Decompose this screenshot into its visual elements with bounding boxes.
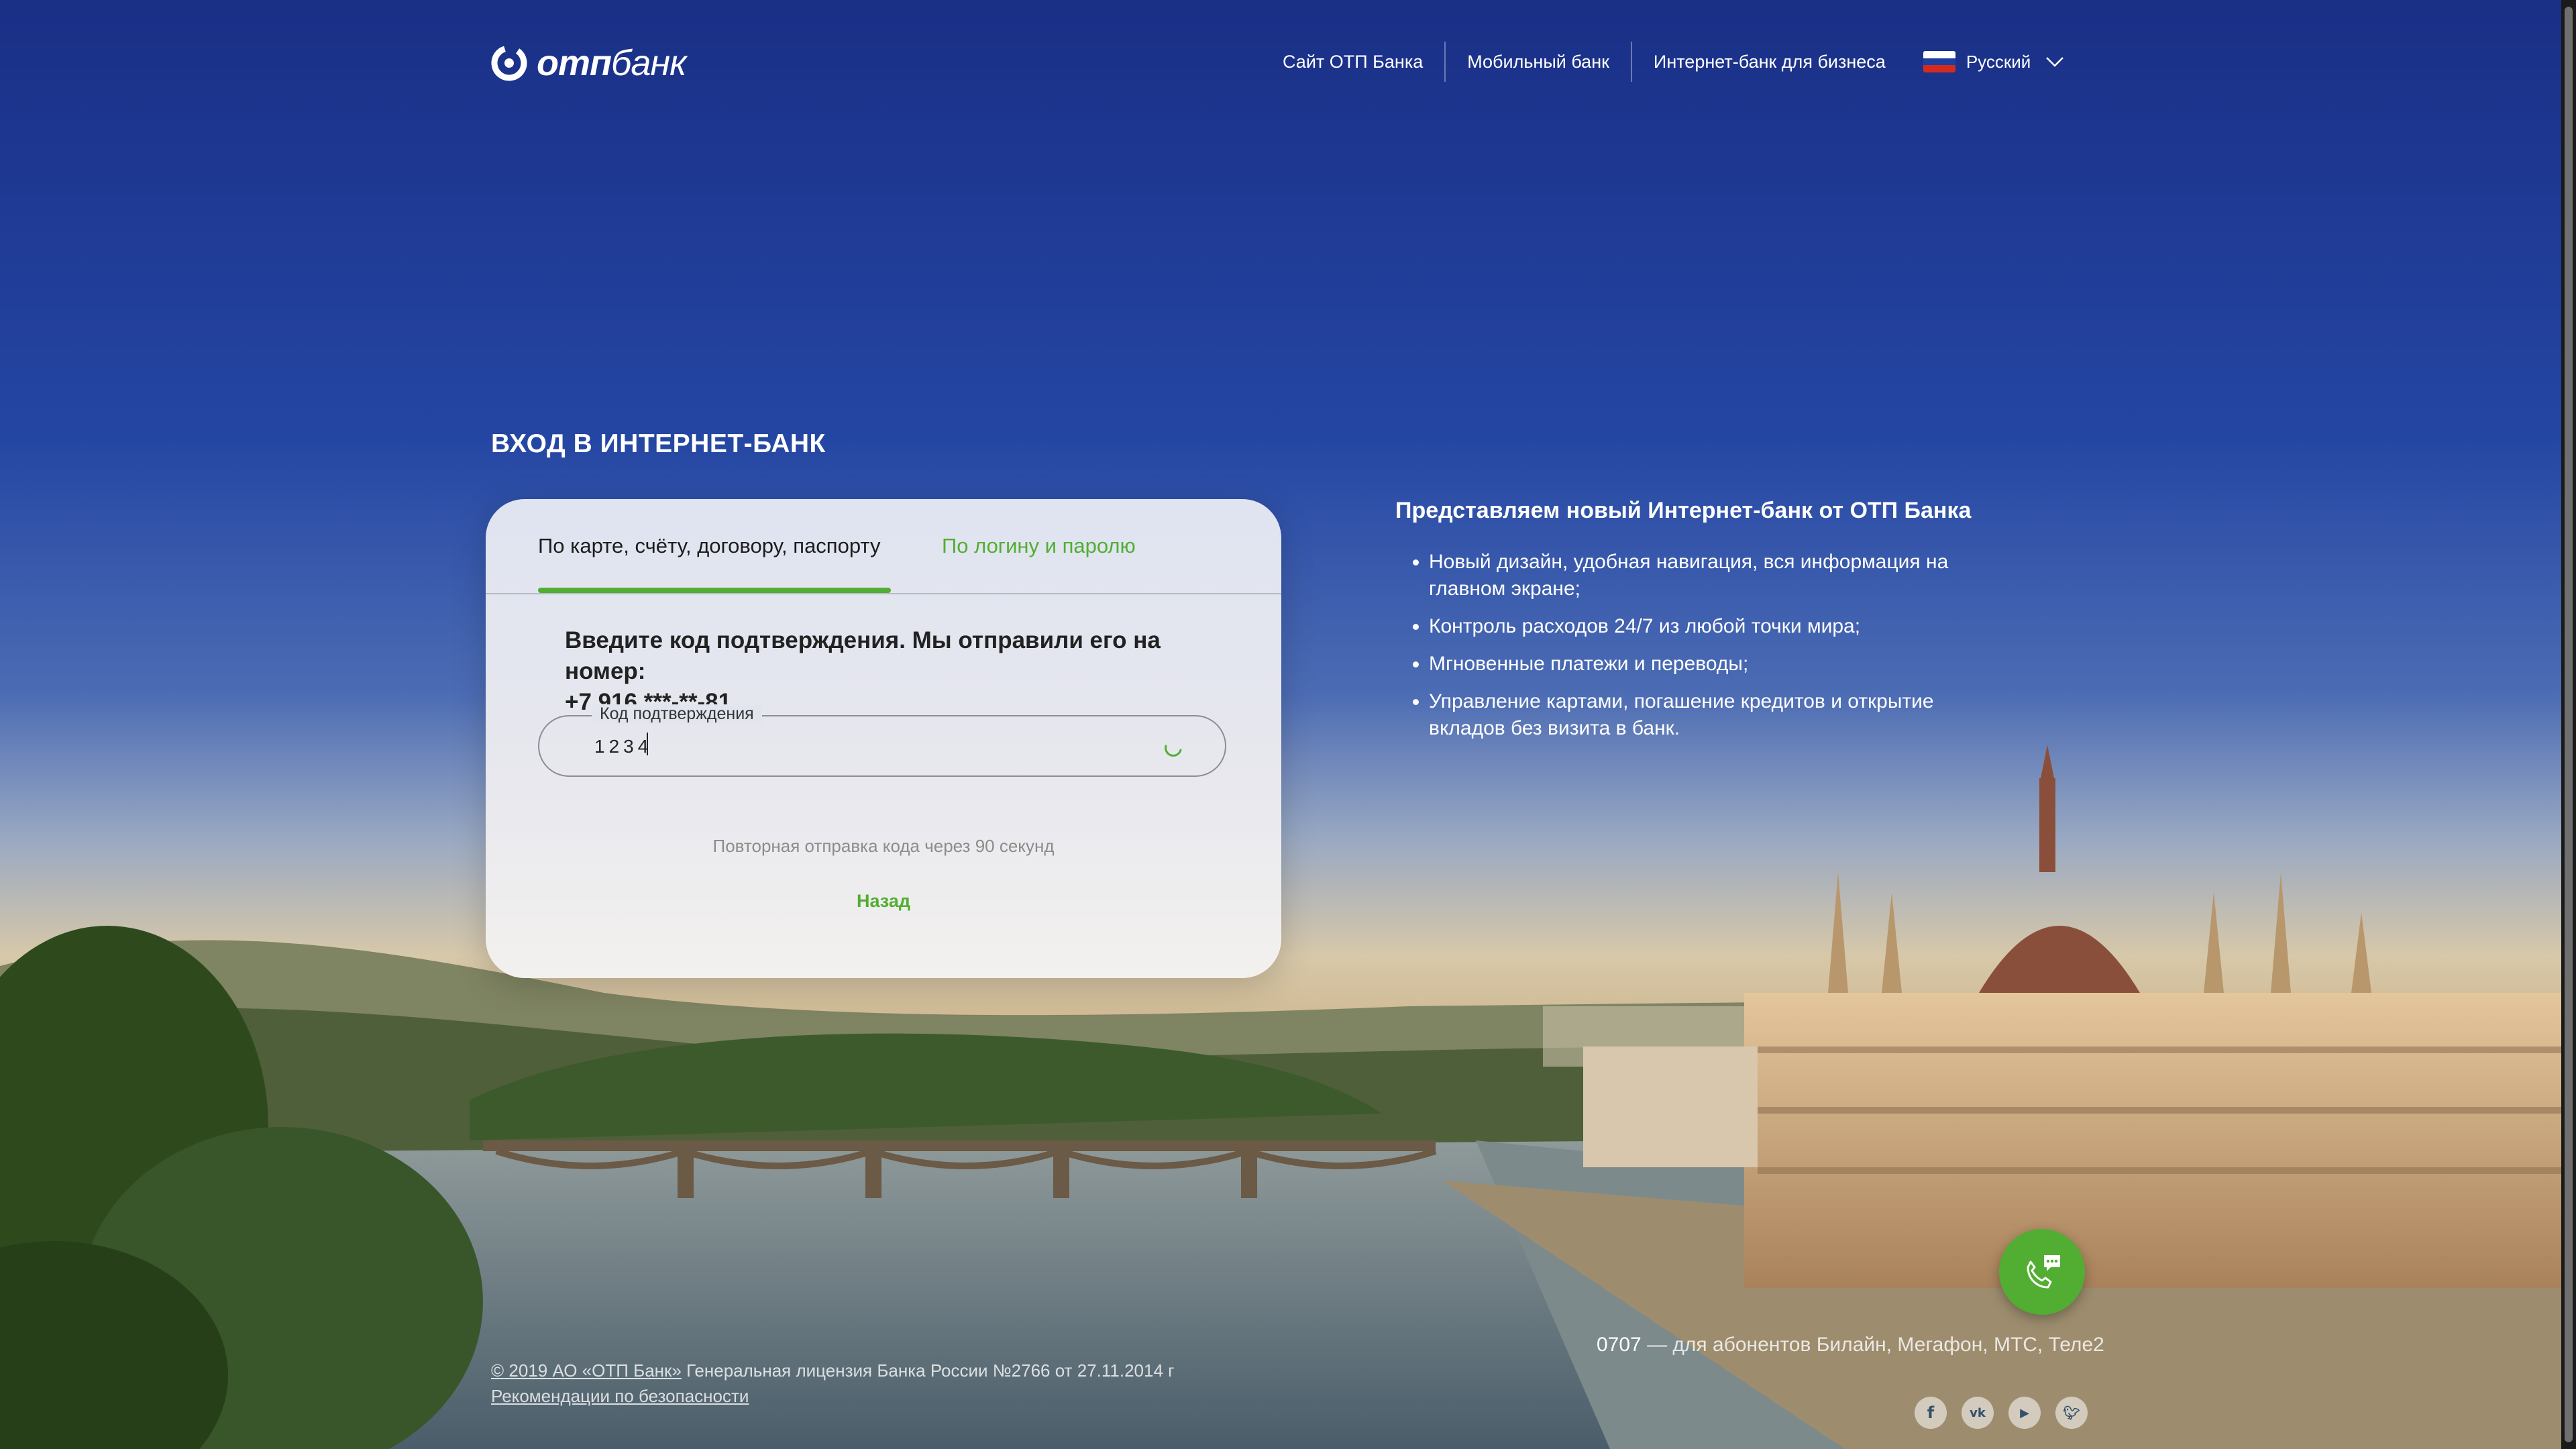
copyright-block: © 2019 АО «ОТП Банк» Генеральная лицензи… xyxy=(491,1358,1175,1409)
twitter-icon[interactable]: 🐦︎ xyxy=(2055,1397,2088,1429)
nav-link-business-bank[interactable]: Интернет-банк для бизнеса xyxy=(1632,42,1907,82)
language-label: Русский xyxy=(1966,51,2031,72)
chevron-down-icon xyxy=(2046,57,2064,67)
login-card: По карте, счёту, договору, паспорту По л… xyxy=(486,499,1281,978)
resend-code-timer: Повторная отправка кода через 90 секунд xyxy=(712,836,1055,856)
promo-item: Управление картами, погашение кредитов и… xyxy=(1429,688,2006,742)
copyright-link[interactable]: © 2019 АО «ОТП Банк» xyxy=(491,1360,682,1381)
hotline-text: — для абонентов Билайн, Мегафон, МТС, Те… xyxy=(1641,1334,2104,1356)
code-input[interactable] xyxy=(593,733,1106,761)
confirmation-code-field[interactable]: Код подтверждения xyxy=(538,704,1226,777)
phone-chat-icon xyxy=(2027,1255,2060,1289)
login-tabs: По карте, счёту, договору, паспорту По л… xyxy=(486,499,1281,594)
otp-logo-icon xyxy=(491,45,527,81)
license-text: Генеральная лицензия Банка России №2766 … xyxy=(681,1360,1175,1381)
tab-card-account[interactable]: По карте, счёту, договору, паспорту xyxy=(538,534,880,558)
promo-title: Представляем новый Интернет-банк от ОТП … xyxy=(1395,498,1972,523)
youtube-icon[interactable]: ▶ xyxy=(2008,1397,2041,1429)
scrollbar[interactable] xyxy=(2561,0,2576,1449)
nav-link-otp-site[interactable]: Сайт ОТП Банка xyxy=(1261,42,1444,82)
scrollbar-thumb[interactable] xyxy=(2565,7,2573,1442)
text-caret xyxy=(647,733,648,755)
social-links: f vk ▶ 🐦︎ xyxy=(1915,1397,2088,1429)
nav-link-mobile-bank[interactable]: Мобильный банк xyxy=(1446,42,1631,82)
hotline-number[interactable]: 0707 xyxy=(1597,1334,1642,1356)
promo-item: Мгновенные платежи и переводы; xyxy=(1429,651,2006,678)
facebook-icon[interactable]: f xyxy=(1915,1397,1947,1429)
background-scene xyxy=(0,0,2576,1449)
call-chat-button[interactable] xyxy=(1999,1229,2085,1315)
prompt-text: Введите код подтверждения. Мы отправили … xyxy=(565,627,1161,684)
promo-item: Контроль расходов 24/7 из любой точки ми… xyxy=(1429,613,2006,640)
code-field-label: Код подтверждения xyxy=(592,704,762,724)
page-title: ВХОД В ИНТЕРНЕТ-БАНК xyxy=(491,429,826,458)
tab-login-password[interactable]: По логину и паролю xyxy=(942,534,1136,558)
promo-item: Новый дизайн, удобная навигация, вся инф… xyxy=(1429,549,2006,602)
language-selector[interactable]: Русский xyxy=(1923,51,2064,72)
active-tab-indicator xyxy=(538,588,891,593)
back-link[interactable]: Назад xyxy=(486,891,1281,912)
otp-logo[interactable]: отпбанк xyxy=(491,42,687,85)
logo-text: отпбанк xyxy=(537,43,687,83)
promo-list: Новый дизайн, удобная навигация, вся инф… xyxy=(1395,549,2006,753)
security-recommendations-link[interactable]: Рекомендации по безопасности xyxy=(491,1383,1175,1409)
loading-spinner-icon xyxy=(1165,745,1182,757)
top-navigation: Сайт ОТП Банка Мобильный банк Интернет-б… xyxy=(1261,42,2064,82)
vk-icon[interactable]: vk xyxy=(1962,1397,1994,1429)
russia-flag-icon xyxy=(1923,51,1955,72)
hotline-info: 0707 — для абонентов Билайн, Мегафон, МТ… xyxy=(1597,1334,2104,1356)
